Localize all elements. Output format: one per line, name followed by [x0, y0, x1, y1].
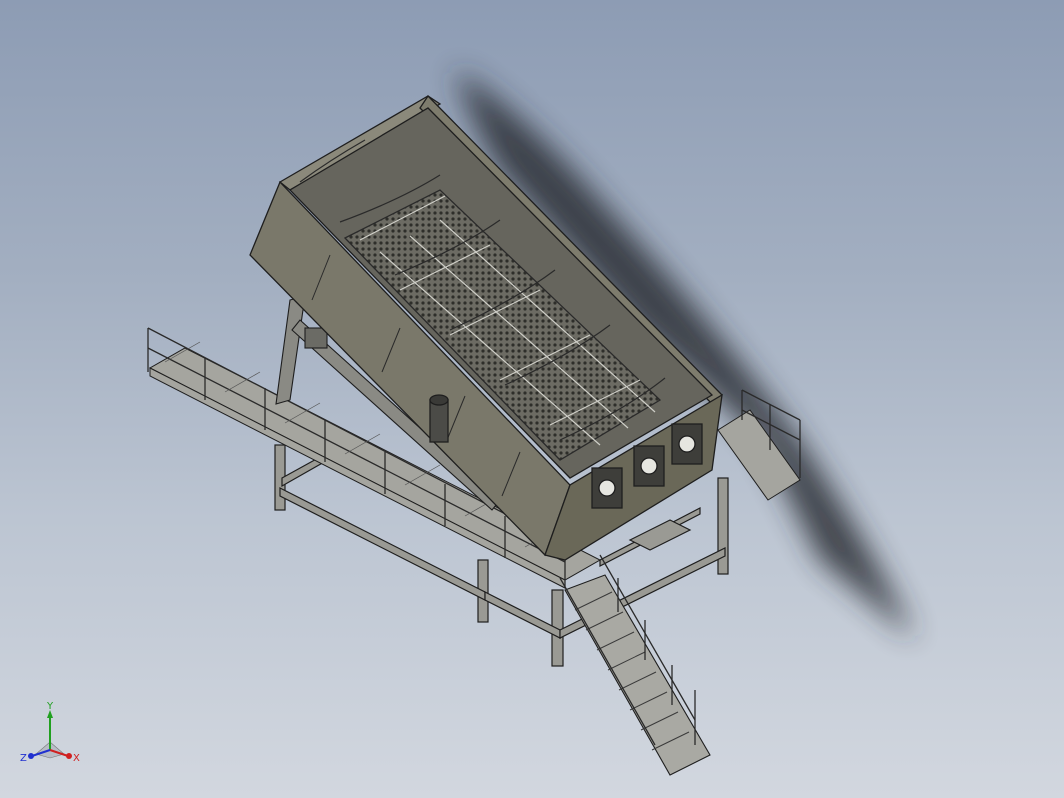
access-staircase — [559, 554, 711, 776]
y-axis-label: Y — [46, 702, 54, 712]
z-axis-end — [28, 753, 34, 759]
cad-model-view[interactable] — [0, 0, 1064, 798]
x-axis-end — [66, 753, 72, 759]
axis-triad: Y X Z — [20, 702, 80, 764]
z-axis-label: Z — [20, 753, 27, 764]
graphics-viewport[interactable]: Y X Z — [0, 0, 1064, 798]
x-axis-label: X — [73, 753, 80, 764]
